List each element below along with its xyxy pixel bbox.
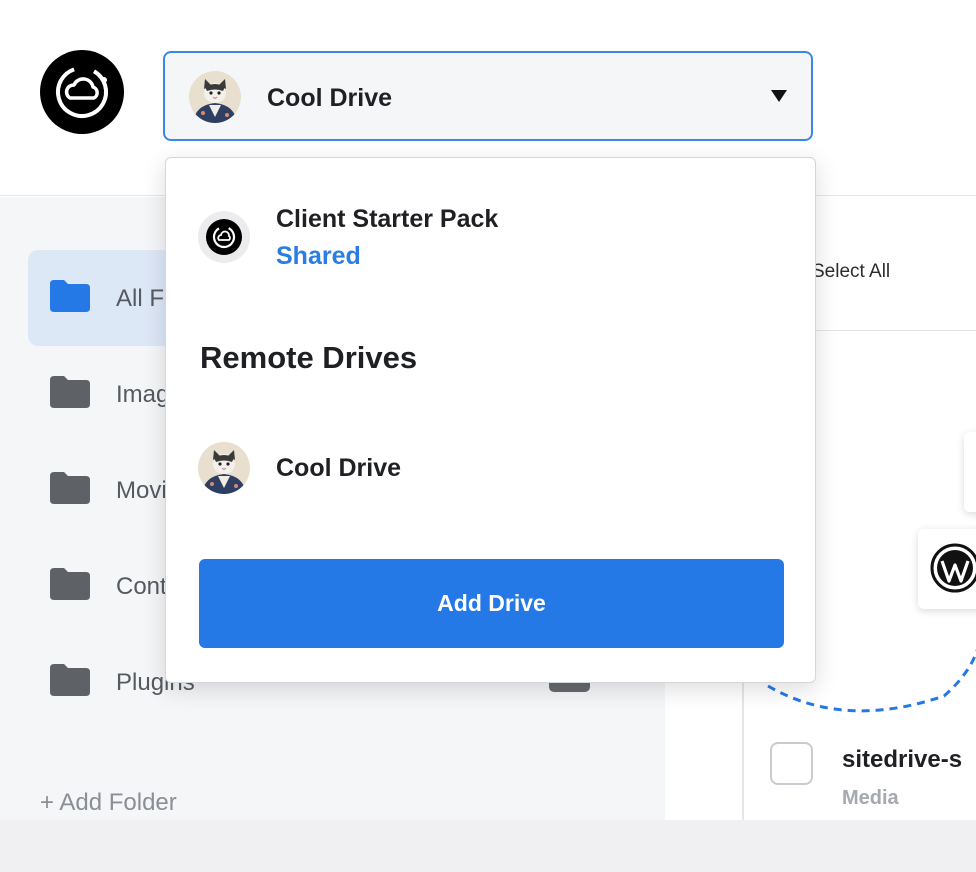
drive-dropdown-menu: Client Starter Pack Shared Remote Drives [165,157,816,683]
sitedrive-logo-icon[interactable] [40,50,124,134]
sitedrive-logo-icon [198,211,250,268]
select-all-button[interactable]: Select All [812,261,890,283]
file-name[interactable]: sitedrive-s [842,746,962,774]
remote-drives-heading: Remote Drives [200,340,418,375]
cat-avatar-icon [198,442,250,499]
folder-icon [50,664,90,696]
drive-selector[interactable]: Cool Drive [163,51,813,141]
cat-avatar-icon [189,71,241,128]
dropdown-item-title: Cool Drive [276,454,402,482]
folder-icon [50,376,90,408]
dropdown-item-title: Client Starter Pack [276,205,499,233]
dropdown-item-cool-drive[interactable]: Cool Drive [166,438,815,502]
file-select-checkbox[interactable] [770,742,813,785]
bottom-bar [0,820,976,872]
file-type: Media [842,787,899,809]
wordpress-card[interactable] [918,529,976,609]
add-folder-button[interactable]: + Add Folder [40,789,177,817]
plugin-card[interactable] [964,432,976,512]
selected-drive-label: Cool Drive [267,84,393,112]
folder-icon [50,472,90,504]
folder-icon [50,280,90,312]
dropdown-item-client-starter-pack[interactable]: Client Starter Pack Shared [166,198,815,278]
chevron-down-icon[interactable] [771,90,787,102]
dropdown-item-subtitle: Shared [276,242,361,270]
folder-icon [50,568,90,600]
wordpress-icon [930,543,976,593]
add-drive-button[interactable]: Add Drive [199,559,784,648]
